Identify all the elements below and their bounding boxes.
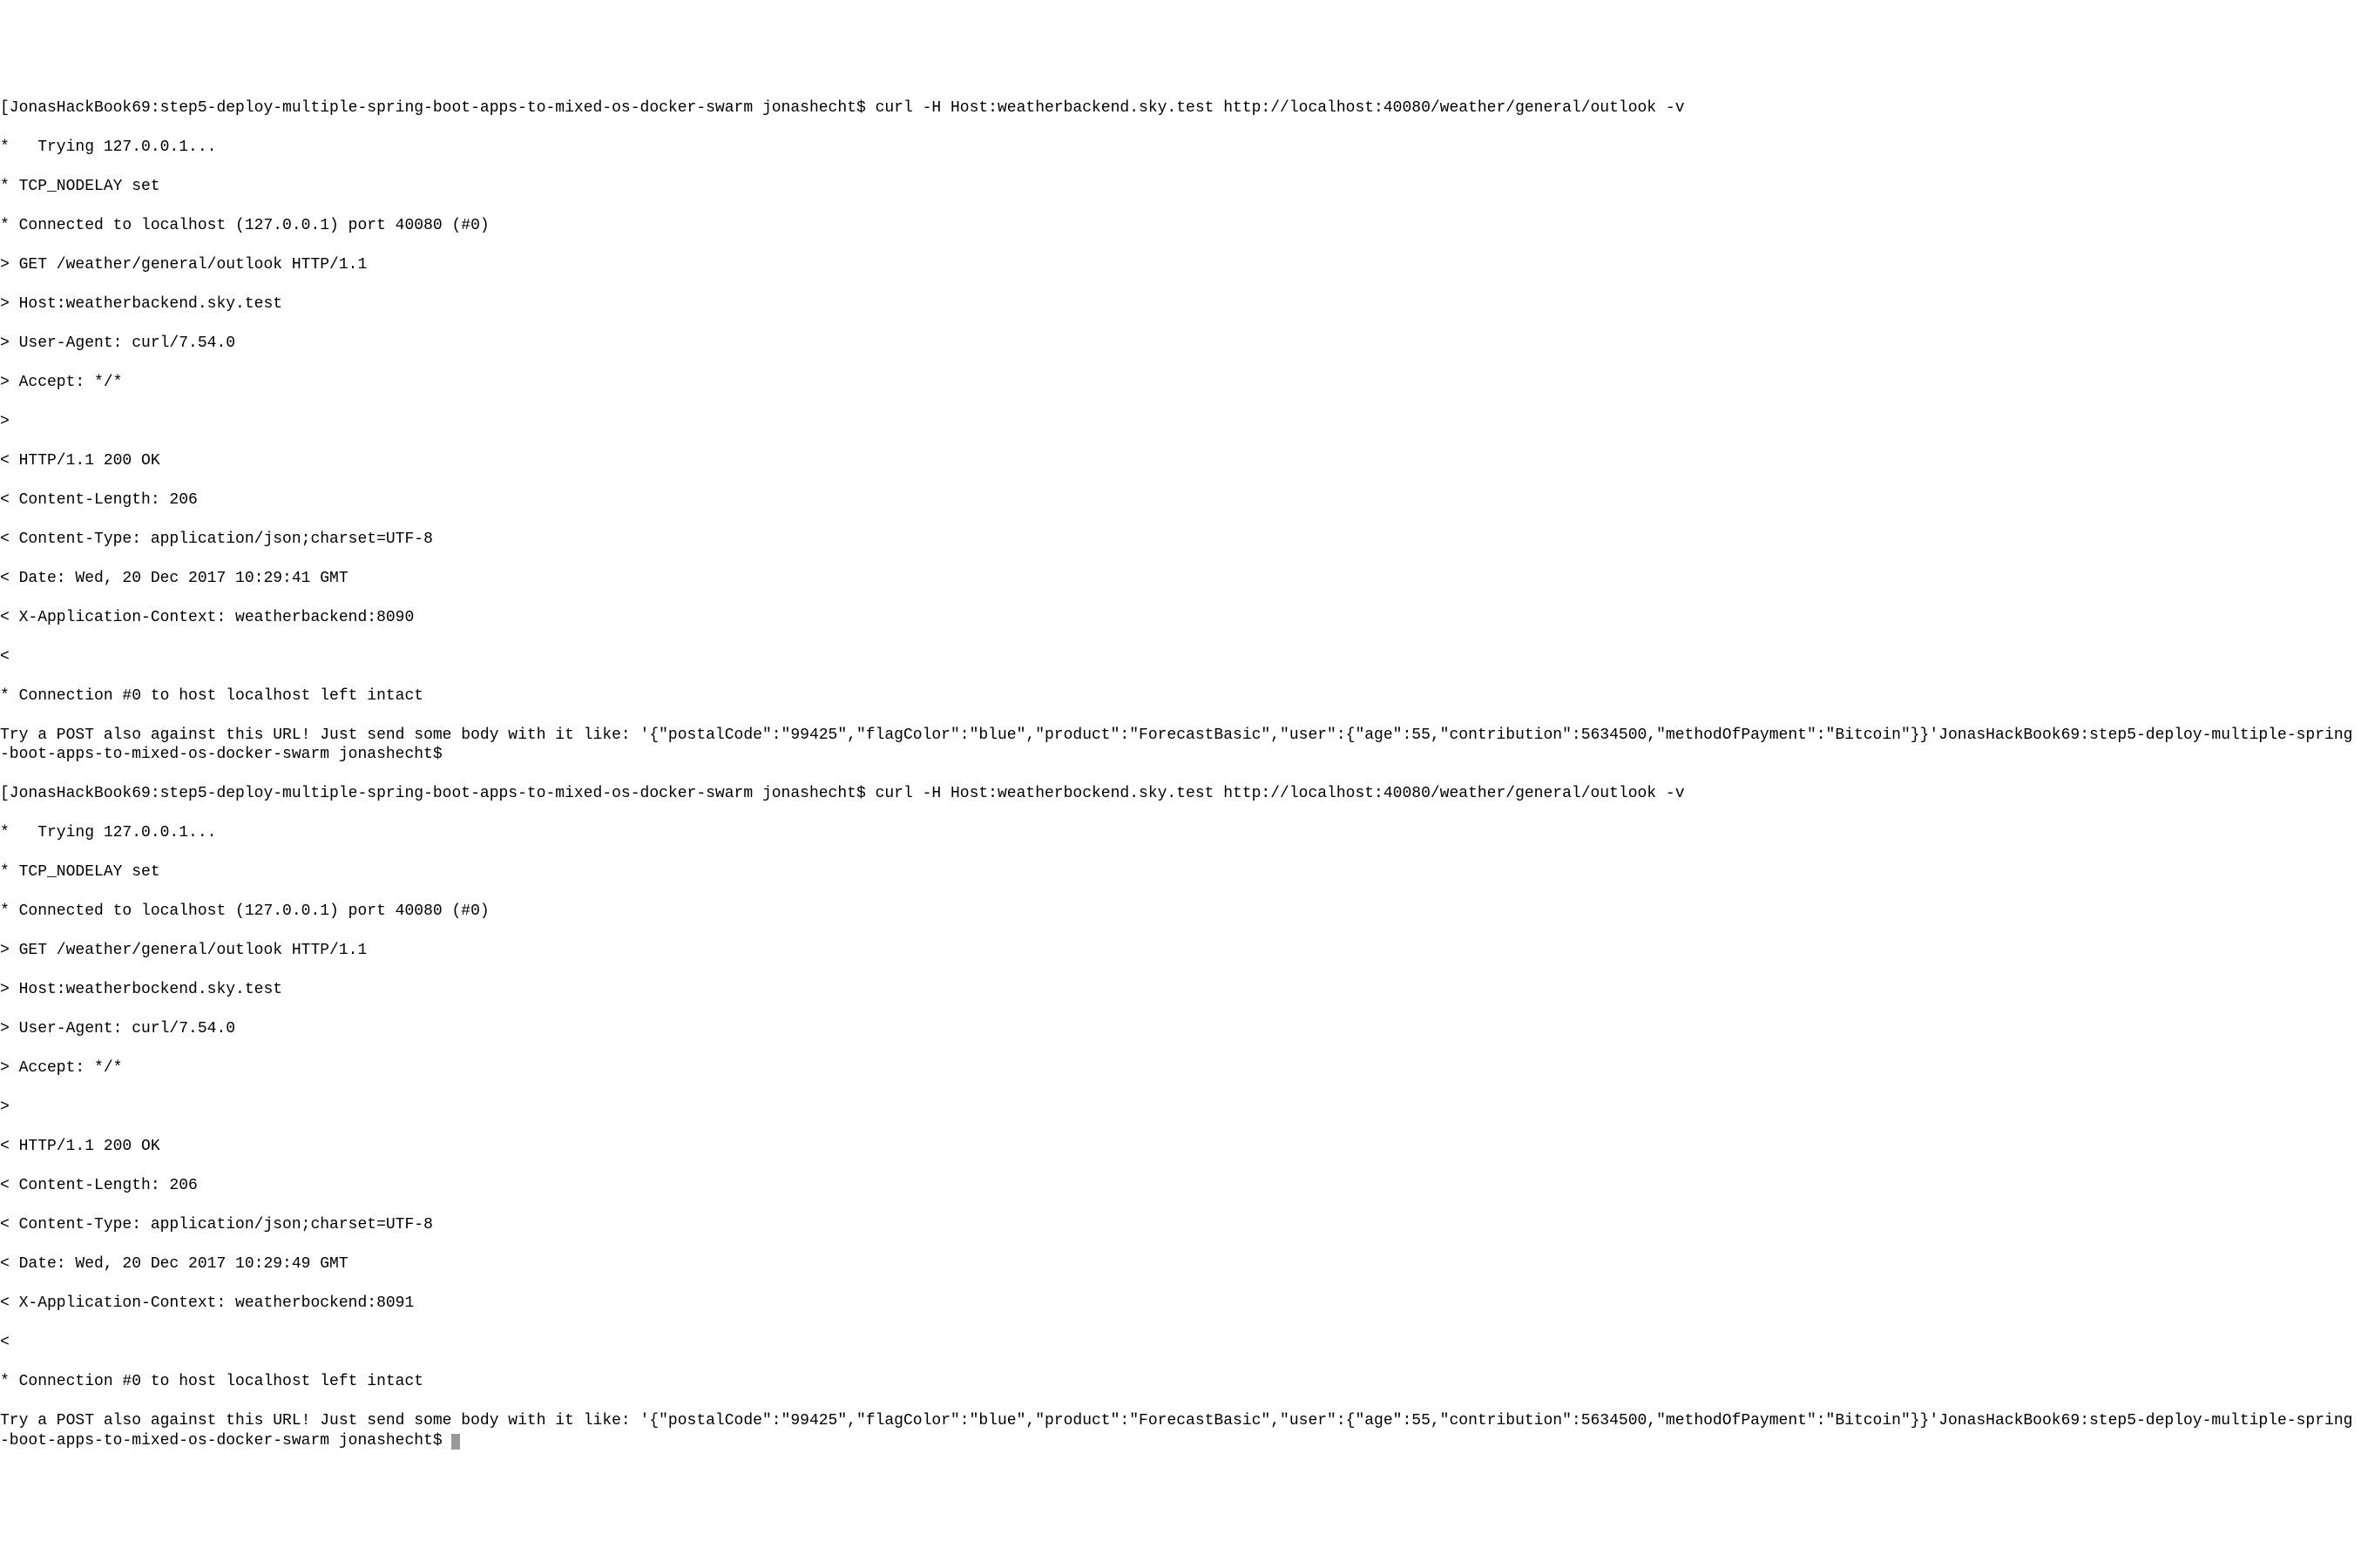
terminal-line: > GET /weather/general/outlook HTTP/1.1 <box>0 255 2361 275</box>
terminal-line: < Content-Length: 206 <box>0 490 2361 510</box>
terminal-line: < Date: Wed, 20 Dec 2017 10:29:41 GMT <box>0 569 2361 589</box>
terminal-line-with-cursor: Try a POST also against this URL! Just s… <box>0 1411 2361 1450</box>
terminal-line: < Content-Type: application/json;charset… <box>0 1215 2361 1235</box>
terminal-line: < <box>0 647 2361 667</box>
terminal-line: > GET /weather/general/outlook HTTP/1.1 <box>0 941 2361 961</box>
terminal-line: [JonasHackBook69:step5-deploy-multiple-s… <box>0 784 2361 804</box>
terminal-line-text: Try a POST also against this URL! Just s… <box>0 1412 2352 1450</box>
terminal-line: * Connected to localhost (127.0.0.1) por… <box>0 902 2361 922</box>
terminal-line: < Content-Type: application/json;charset… <box>0 530 2361 550</box>
terminal-line: > User-Agent: curl/7.54.0 <box>0 334 2361 354</box>
terminal-line: > <box>0 1098 2361 1118</box>
terminal-line: * Trying 127.0.0.1... <box>0 138 2361 158</box>
terminal-line: * Connection #0 to host localhost left i… <box>0 686 2361 706</box>
terminal-line: < HTTP/1.1 200 OK <box>0 1137 2361 1157</box>
terminal-line: < X-Application-Context: weatherbockend:… <box>0 1294 2361 1314</box>
terminal-line: < Content-Length: 206 <box>0 1176 2361 1196</box>
terminal-line: [JonasHackBook69:step5-deploy-multiple-s… <box>0 98 2361 118</box>
terminal-line: * TCP_NODELAY set <box>0 177 2361 197</box>
terminal-line: Try a POST also against this URL! Just s… <box>0 726 2361 765</box>
terminal-line: > User-Agent: curl/7.54.0 <box>0 1019 2361 1039</box>
terminal-line: > Host:weatherbackend.sky.test <box>0 294 2361 314</box>
cursor-icon <box>451 1434 460 1450</box>
terminal-line: < X-Application-Context: weatherbackend:… <box>0 608 2361 628</box>
terminal-line: * TCP_NODELAY set <box>0 862 2361 882</box>
terminal-output[interactable]: [JonasHackBook69:step5-deploy-multiple-s… <box>0 78 2361 1470</box>
terminal-line: > Host:weatherbockend.sky.test <box>0 980 2361 1000</box>
terminal-line: > Accept: */* <box>0 1058 2361 1078</box>
terminal-line: > <box>0 412 2361 432</box>
terminal-line: * Connection #0 to host localhost left i… <box>0 1372 2361 1392</box>
terminal-line: < HTTP/1.1 200 OK <box>0 451 2361 471</box>
terminal-line: * Connected to localhost (127.0.0.1) por… <box>0 216 2361 236</box>
terminal-line: < <box>0 1333 2361 1353</box>
terminal-line: > Accept: */* <box>0 373 2361 393</box>
terminal-line: * Trying 127.0.0.1... <box>0 823 2361 843</box>
terminal-line: < Date: Wed, 20 Dec 2017 10:29:49 GMT <box>0 1254 2361 1274</box>
